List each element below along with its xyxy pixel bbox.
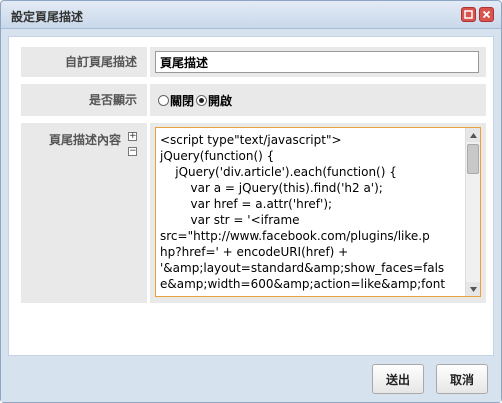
content-line: jQuery('div.article').each(function() { bbox=[160, 165, 397, 179]
scroll-down-button[interactable] bbox=[466, 282, 480, 296]
form-body: 自訂頁尾描述 是否顯示 關閉 開啟 頁尾描述內容 + − <script typ… bbox=[8, 36, 494, 356]
restore-icon bbox=[464, 10, 473, 19]
content-label: 頁尾描述內容 bbox=[48, 133, 121, 147]
custom-description-label: 自訂頁尾描述 bbox=[21, 47, 147, 77]
radio-off-option[interactable]: 關閉 bbox=[158, 93, 195, 108]
content-line: var a = jQuery(this).find('h2 a'); bbox=[160, 181, 383, 195]
close-icon bbox=[482, 10, 491, 19]
chevron-up-icon bbox=[469, 132, 477, 138]
scrollbar-thumb[interactable] bbox=[467, 144, 479, 174]
content-cell: <script type"text/javascript"> jQuery(fun… bbox=[150, 123, 486, 303]
expand-button[interactable]: + bbox=[128, 132, 137, 141]
content-line: hp?href=' + encodeURI(href) + bbox=[160, 245, 349, 259]
display-label: 是否顯示 bbox=[21, 84, 147, 116]
content-line: '&amp;layout=standard&amp;show_faces=fal… bbox=[160, 261, 445, 275]
content-line: e&amp;width=600&amp;action=like&amp;font bbox=[160, 277, 446, 291]
collapse-button[interactable]: − bbox=[128, 147, 137, 156]
title-bar[interactable]: 設定頁尾描述 bbox=[1, 1, 501, 29]
radio-on-option[interactable]: 開啟 bbox=[196, 93, 233, 108]
radio-off[interactable] bbox=[158, 94, 169, 106]
dialog-window: 設定頁尾描述 自訂頁尾描述 是否顯示 關閉 開啟 bbox=[0, 0, 502, 403]
restore-button[interactable] bbox=[461, 7, 476, 22]
custom-description-input[interactable] bbox=[155, 51, 479, 73]
chevron-down-icon bbox=[469, 286, 477, 292]
dialog-title: 設定頁尾描述 bbox=[11, 10, 84, 24]
radio-off-label: 關閉 bbox=[170, 93, 195, 108]
radio-on-label: 開啟 bbox=[208, 93, 233, 108]
cancel-button[interactable]: 取消 bbox=[436, 364, 488, 394]
content-textarea[interactable]: <script type"text/javascript"> jQuery(fun… bbox=[155, 127, 481, 297]
content-line: src="http://www.facebook.com/plugins/lik… bbox=[160, 229, 430, 243]
content-line: var href = a.attr('href'); bbox=[160, 197, 333, 211]
close-button[interactable] bbox=[479, 7, 494, 22]
submit-button[interactable]: 送出 bbox=[372, 364, 424, 394]
content-text: <script type"text/javascript"> jQuery(fun… bbox=[160, 132, 462, 292]
vertical-scrollbar[interactable] bbox=[465, 128, 480, 296]
content-line: <script type"text/javascript"> bbox=[160, 133, 342, 147]
content-line: jQuery(function() { bbox=[160, 149, 275, 163]
scroll-up-button[interactable] bbox=[466, 128, 480, 142]
dialog-footer: 送出 取消 bbox=[1, 361, 501, 402]
content-line: var str = '<iframe bbox=[160, 213, 300, 227]
content-label-cell: 頁尾描述內容 + − bbox=[21, 123, 147, 303]
custom-description-cell bbox=[150, 47, 486, 77]
radio-on[interactable] bbox=[196, 94, 207, 106]
display-options-cell: 關閉 開啟 bbox=[150, 84, 486, 116]
